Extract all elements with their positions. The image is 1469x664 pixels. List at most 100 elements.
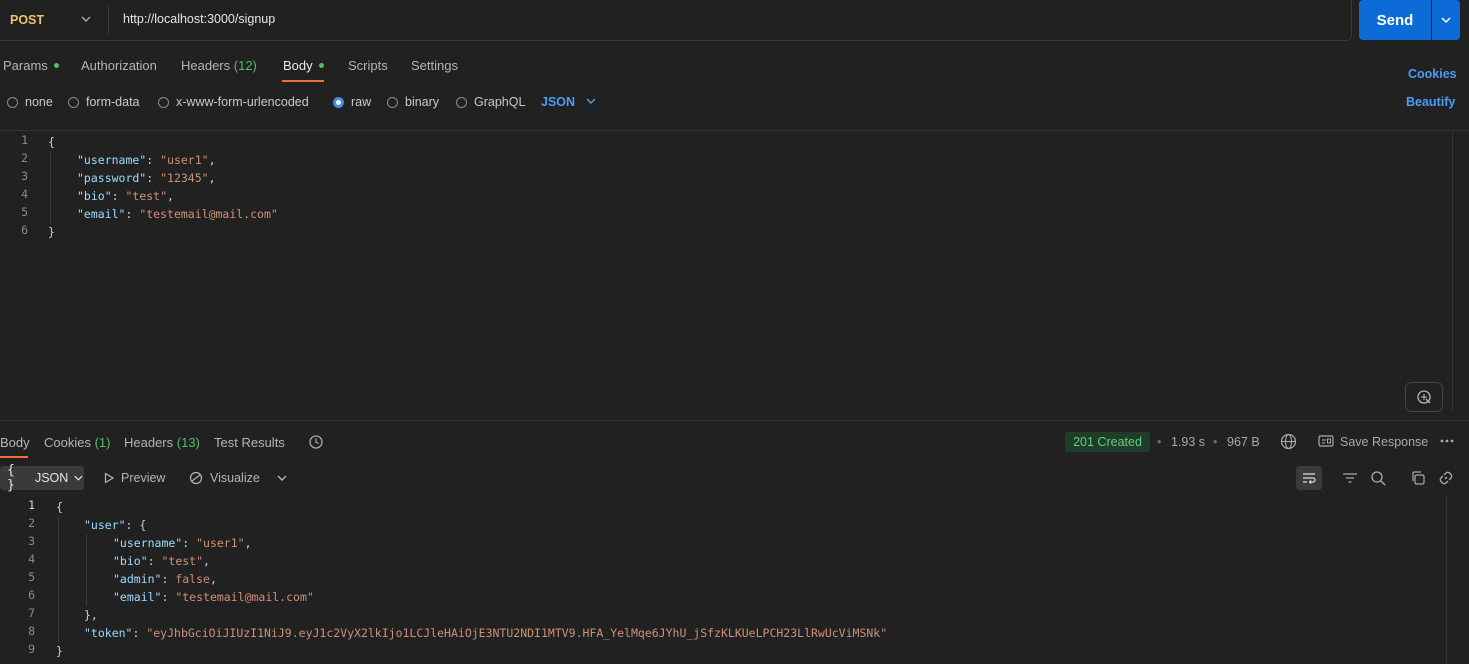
preview-label: Preview (121, 471, 166, 485)
save-icon[interactable] (1318, 434, 1334, 451)
line-number: 9 (28, 642, 35, 656)
line-number: 4 (21, 187, 28, 201)
radio-circle (158, 96, 169, 108)
more-options-icon[interactable] (1439, 434, 1455, 451)
response-size[interactable]: 967 B (1227, 435, 1260, 449)
tab-settings[interactable]: Settings (411, 58, 458, 73)
pane-splitter[interactable] (0, 420, 1469, 421)
line-number: 7 (28, 606, 35, 620)
chevron-down-icon[interactable] (80, 13, 92, 25)
request-body-editor[interactable]: 1 2 3 4 5 6 { "username": "user1", "pass… (0, 130, 1469, 420)
send-options-button[interactable] (1432, 0, 1460, 40)
json-key: "password" (77, 171, 147, 185)
cookies-link[interactable]: Cookies (1408, 67, 1457, 81)
radio-circle-selected (333, 96, 344, 108)
response-tab-headers[interactable]: Headers (13) (124, 435, 200, 450)
visualize-icon (189, 471, 203, 485)
params-indicator-dot (53, 63, 59, 69)
line-number: 1 (21, 133, 28, 147)
globe-icon[interactable] (1280, 433, 1297, 453)
code-brace-close: }, (84, 608, 98, 622)
send-button[interactable]: Send (1359, 0, 1431, 40)
status-badge[interactable]: 201 Created (1065, 432, 1150, 452)
line-number: 1 (28, 498, 35, 512)
response-format-select[interactable]: { } JSON (0, 463, 84, 493)
code-line: "admin": false, (113, 572, 217, 586)
method-select[interactable]: POST (10, 13, 44, 27)
json-value: "testemail@mail.com" (175, 590, 314, 604)
radio-label: x-www-form-urlencoded (176, 95, 309, 109)
format-label: JSON (541, 95, 576, 109)
filter-icon[interactable] (1341, 470, 1359, 486)
radio-form-data[interactable]: form-data (68, 95, 140, 109)
visualize-button[interactable]: Visualize (188, 471, 288, 485)
radio-raw[interactable]: raw (333, 95, 371, 109)
braces-icon: { } (7, 463, 15, 493)
tab-scripts[interactable]: Scripts (348, 58, 388, 73)
response-tab-test-results[interactable]: Test Results (214, 435, 285, 450)
json-value: "12345" (160, 171, 209, 185)
json-key: "bio" (113, 554, 148, 568)
request-editor-scrollbar[interactable] (1452, 131, 1466, 411)
search-icon[interactable] (1369, 470, 1387, 486)
code-line: "bio": "test", (113, 554, 210, 568)
response-body-viewer[interactable]: 1 2 3 4 5 6 7 8 9 { "user": { "username"… (0, 497, 1469, 664)
json-value: "testemail@mail.com" (139, 207, 278, 221)
response-tab-body[interactable]: Body (0, 435, 30, 450)
line-number: 5 (28, 570, 35, 584)
json-key: "username" (77, 153, 147, 167)
line-number: 5 (21, 205, 28, 219)
response-tab-cookies[interactable]: Cookies (1) (44, 435, 110, 450)
json-key: "email" (77, 207, 126, 221)
link-icon[interactable] (1437, 470, 1455, 486)
save-response-button[interactable]: Save Response (1340, 435, 1428, 449)
tab-body[interactable]: Body (283, 58, 324, 73)
code-line: "password": "12345", (77, 171, 216, 185)
radio-circle (387, 96, 398, 108)
json-value: "test" (125, 189, 168, 203)
radio-label: raw (351, 95, 372, 109)
chevron-down-icon (74, 475, 83, 481)
url-input[interactable]: http://localhost:3000/signup (123, 12, 275, 26)
response-time[interactable]: 1.93 s (1171, 435, 1205, 449)
line-number: 6 (21, 223, 28, 237)
radio-graphql[interactable]: GraphQL (456, 95, 525, 109)
radio-circle (7, 96, 18, 108)
code-line: "bio": "test", (77, 189, 174, 203)
radio-circle (68, 96, 79, 108)
copy-icon[interactable] (1409, 470, 1427, 486)
code-line: "username": "user1", (113, 536, 252, 550)
radio-binary[interactable]: binary (387, 95, 439, 109)
meta-bullet: • (1157, 435, 1162, 449)
url-divider (108, 5, 109, 35)
indent-guide (50, 151, 51, 223)
tab-params[interactable]: Params (3, 58, 59, 73)
tab-label: Headers (124, 435, 174, 450)
history-icon[interactable] (308, 434, 324, 453)
preview-button[interactable]: Preview (103, 471, 165, 485)
json-key: "user" (84, 518, 126, 532)
json-brace: { (139, 518, 147, 532)
beautify-button[interactable]: Beautify (1406, 95, 1455, 109)
tab-authorization[interactable]: Authorization (81, 58, 157, 73)
tab-headers[interactable]: Headers (12) (181, 58, 257, 73)
sparkle-cursor-icon (1417, 390, 1431, 404)
json-value: "eyJhbGciOiJIUzI1NiJ9.eyJ1c2VyX2lkIjo1LC… (146, 626, 888, 640)
code-line: "email": "testemail@mail.com" (113, 590, 314, 604)
json-value: false (175, 572, 210, 586)
response-viewer-scrollbar[interactable] (1446, 497, 1460, 664)
radio-urlencoded[interactable]: x-www-form-urlencoded (158, 95, 309, 109)
json-sep: , (208, 153, 216, 167)
code-line: "user": { (84, 518, 147, 532)
ai-assist-button[interactable] (1405, 382, 1443, 412)
radio-label: none (25, 95, 53, 109)
tab-label: Headers (181, 58, 231, 73)
line-number: 3 (28, 534, 35, 548)
radio-none[interactable]: none (7, 95, 53, 109)
json-key: "admin" (113, 572, 162, 586)
wrap-lines-button[interactable] (1296, 466, 1322, 490)
json-value: "user1" (196, 536, 245, 550)
radio-circle (456, 96, 467, 108)
raw-format-select[interactable]: JSON (541, 95, 597, 109)
tab-label: Body (283, 58, 313, 73)
